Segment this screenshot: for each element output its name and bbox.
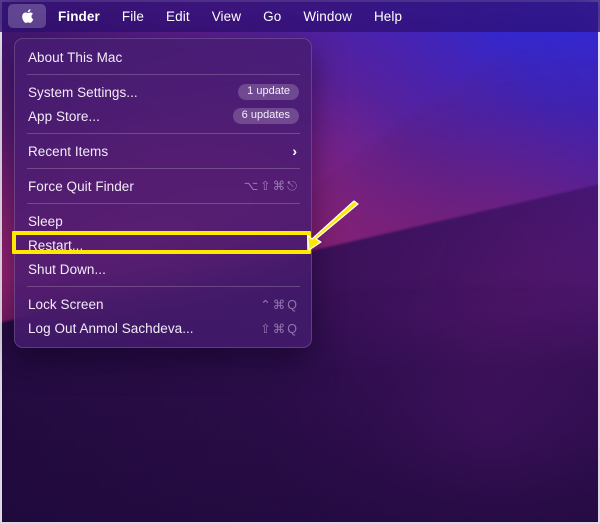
menu-separator <box>27 168 300 169</box>
menu-item-sleep[interactable]: Sleep <box>15 209 311 233</box>
apple-logo-icon <box>21 8 34 24</box>
menubar-item-go[interactable]: Go <box>252 9 292 24</box>
macos-menu-bar: Finder File Edit View Go Window Help <box>0 0 600 32</box>
menu-item-about-this-mac[interactable]: About This Mac <box>15 45 311 69</box>
menubar-item-finder[interactable]: Finder <box>52 9 111 24</box>
menubar-item-file[interactable]: File <box>111 9 155 24</box>
menu-separator <box>27 203 300 204</box>
menu-separator <box>27 286 300 287</box>
apple-dropdown-menu: About This Mac System Settings... 1 upda… <box>14 38 312 348</box>
menu-item-log-out[interactable]: Log Out Anmol Sachdeva... ⇧⌘Q <box>15 316 311 340</box>
menu-item-system-settings[interactable]: System Settings... 1 update <box>15 80 311 104</box>
desktop-screen: Finder File Edit View Go Window Help Abo… <box>0 0 600 524</box>
menu-item-app-store[interactable]: App Store... 6 updates <box>15 104 311 128</box>
menu-item-label: Sleep <box>28 213 63 229</box>
menubar-item-window[interactable]: Window <box>292 9 363 24</box>
log-out-shortcut: ⇧⌘Q <box>260 321 299 336</box>
menu-item-label: Recent Items <box>28 143 109 159</box>
menu-item-label: Force Quit Finder <box>28 178 134 194</box>
menu-item-label: Log Out Anmol Sachdeva... <box>28 320 194 336</box>
menu-item-force-quit-finder[interactable]: Force Quit Finder ⌥⇧⌘⎋ <box>15 174 311 198</box>
menu-item-label: About This Mac <box>28 49 123 65</box>
menubar-item-view[interactable]: View <box>201 9 252 24</box>
app-store-updates-badge: 6 updates <box>232 108 299 124</box>
system-settings-update-badge: 1 update <box>238 84 299 100</box>
restart-highlight-box <box>12 231 311 254</box>
force-quit-shortcut: ⌥⇧⌘⎋ <box>243 179 299 193</box>
menu-item-label: App Store... <box>28 108 100 124</box>
menu-item-recent-items[interactable]: Recent Items › <box>15 139 311 163</box>
menu-item-lock-screen[interactable]: Lock Screen ⌃⌘Q <box>15 292 311 316</box>
apple-menu-button[interactable] <box>8 4 46 28</box>
menu-item-label: Lock Screen <box>28 296 104 312</box>
menu-item-shut-down[interactable]: Shut Down... <box>15 257 311 281</box>
lock-screen-shortcut: ⌃⌘Q <box>260 297 299 312</box>
menu-item-label: Shut Down... <box>28 261 106 277</box>
menubar-item-edit[interactable]: Edit <box>155 9 201 24</box>
menu-separator <box>27 74 300 75</box>
menubar-item-help[interactable]: Help <box>363 9 413 24</box>
menu-separator <box>27 133 300 134</box>
chevron-right-icon: › <box>292 143 297 159</box>
menu-item-label: System Settings... <box>28 84 138 100</box>
